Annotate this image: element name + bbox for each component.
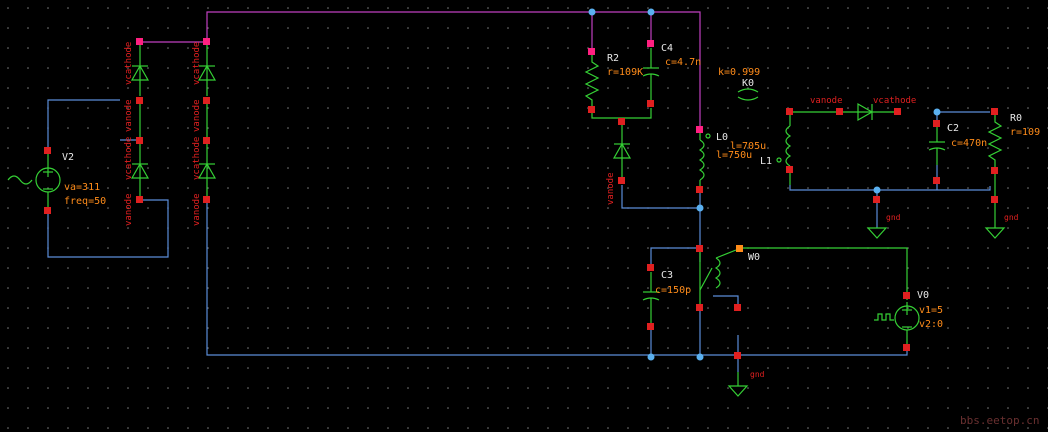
pin-vanode-out: vanode [810,96,843,106]
c3-name: C3 [661,270,673,281]
v2-name: V2 [62,152,74,163]
c4-value: c=4.7n [665,57,701,68]
pin-vanode-1: vanode [124,99,134,132]
pin-vcathode-out: vcathode [873,96,916,106]
v0-v2: v2:0 [919,319,943,330]
schematic-canvas[interactable]: V2 va=311 freq=50 R2 r=109K C4 c=4.7n k=… [0,0,1048,432]
gnd-label-1: gnd [886,213,901,222]
pin-vcathode-1: vcathode [124,42,134,85]
pin-vcathode-2: vcathode [192,42,202,85]
pin-vanode-4: vanode [192,193,202,226]
r2-name: R2 [607,53,619,64]
c4-name: C4 [661,43,673,54]
v2-va: va=311 [64,182,100,193]
c2-name: C2 [947,123,959,134]
l0-value-2: l=750u [716,150,752,161]
gnd-label-3: gnd [750,370,765,379]
watermark: bbs.eetop.cn [960,414,1039,427]
l0-name: L0 [716,132,728,143]
k0-k: k=0.999 [718,67,760,78]
pin-vanode-2: vanode [192,99,202,132]
c3-value: c=150p [655,285,691,296]
c2-value: c=470n [951,138,987,149]
k0-name: K0 [742,78,754,89]
v0-name: V0 [917,290,929,301]
pin-vcathode-3: vcathode [124,137,134,180]
v2-freq: freq=50 [64,196,106,207]
gnd-label-2: gnd [1004,213,1019,222]
r2-value: r=109K [607,67,643,78]
pin-vcathode-4: vcathode [192,137,202,180]
pin-vanode-snubber: vanode [606,172,616,205]
w0-name: W0 [748,252,760,263]
r0-value: r=109 [1010,127,1040,138]
l1-name: L1 [760,156,772,167]
r0-name: R0 [1010,113,1022,124]
pin-vanode-3: vanode [124,193,134,226]
v0-v1: v1=5 [919,305,943,316]
